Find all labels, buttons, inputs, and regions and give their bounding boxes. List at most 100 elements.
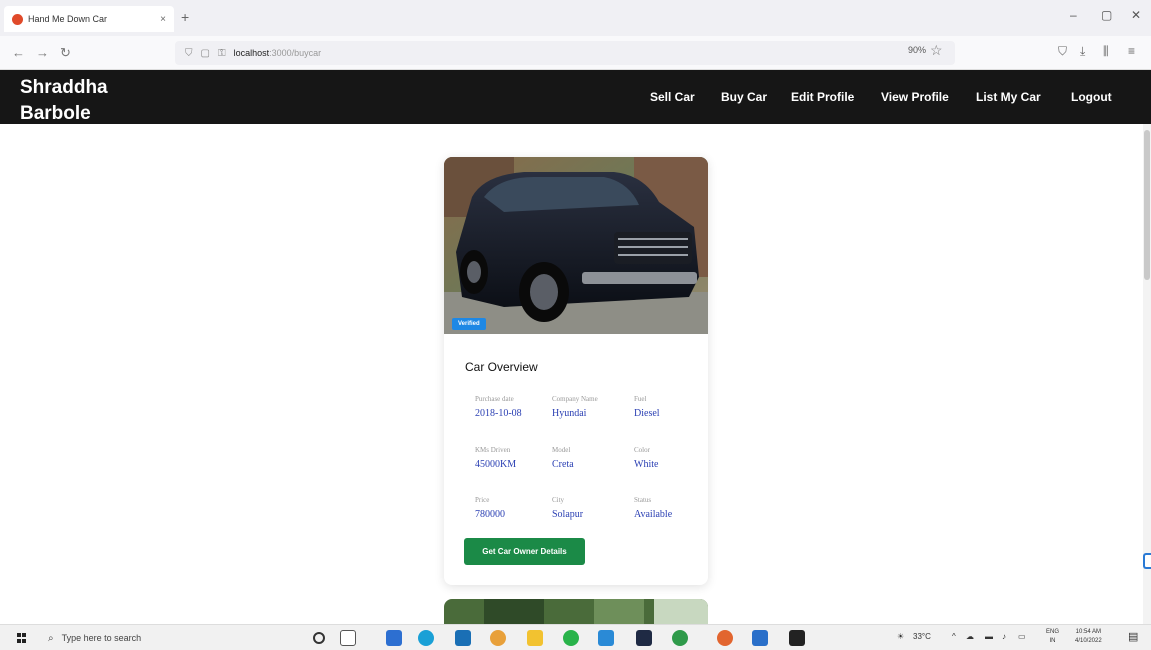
tab-title: Hand Me Down Car	[28, 14, 108, 24]
spec-value: Solapur	[552, 509, 584, 520]
weather-icon[interactable]: ☀	[897, 632, 904, 641]
get-owner-details-button[interactable]: Get Car Owner Details	[464, 538, 585, 565]
browser-tab[interactable]: Hand Me Down Car ×	[4, 6, 174, 32]
spec-label: Color	[634, 446, 650, 454]
chrome-icon[interactable]	[490, 630, 506, 646]
spec-value: Available	[634, 509, 673, 520]
nav-buy-car[interactable]: Buy Car	[721, 90, 767, 104]
new-tab-button[interactable]: +	[181, 9, 189, 25]
spec-value: 780000	[475, 509, 505, 520]
spec-value: 45000KM	[475, 459, 517, 470]
search-placeholder: Type here to search	[61, 633, 142, 643]
scrollbar-thumb[interactable]	[1144, 130, 1150, 280]
firefox-icon[interactable]	[717, 630, 733, 646]
task-view-icon[interactable]	[340, 630, 356, 646]
spec-value: White	[634, 459, 659, 470]
car-card: Verified Car Overview Purchase date 2018…	[444, 157, 708, 585]
nav-view-profile[interactable]: View Profile	[881, 90, 949, 104]
lang-code: ENG	[1046, 629, 1060, 635]
browser-tab-strip: Hand Me Down Car × + – ▢ ✕	[0, 0, 1151, 36]
spec-city: City Solapur	[552, 495, 632, 522]
site-navbar: Shraddha Barbole Sell Car Buy Car Edit P…	[0, 70, 1151, 124]
spec-value: Hyundai	[552, 408, 587, 419]
search-icon: ⌕	[48, 632, 54, 644]
car-photo: Verified	[444, 157, 708, 334]
brand-name[interactable]: Shraddha Barbole	[20, 75, 140, 124]
spec-label: Purchase date	[475, 395, 514, 403]
lang-region: IN	[1049, 638, 1056, 644]
nav-logout[interactable]: Logout	[1071, 90, 1112, 104]
teams-icon[interactable]	[598, 630, 614, 646]
taskbar-search[interactable]: ⌕ Type here to search	[48, 629, 293, 647]
tray-chevron-icon[interactable]: ^	[952, 632, 956, 641]
windows-taskbar: ⌕ Type here to search ☀ 33°C ^ ☁ ▬ ♪ ▭ E…	[0, 624, 1151, 650]
spec-label: KMs Driven	[475, 446, 511, 454]
shield-icon: ⛉	[185, 47, 193, 59]
notifications-icon[interactable]: ▤	[1128, 630, 1138, 643]
cmd-icon[interactable]	[789, 630, 805, 646]
spec-label: Model	[552, 446, 571, 454]
maximize-button[interactable]: ▢	[1101, 8, 1112, 22]
site-favicon-icon	[12, 13, 23, 25]
store-icon[interactable]	[455, 630, 471, 646]
tab-close-icon[interactable]: ×	[160, 14, 166, 25]
spec-value: 2018-10-08	[475, 408, 522, 419]
spotify-icon[interactable]	[672, 630, 688, 646]
key-icon: ⚿	[217, 47, 226, 59]
page-icon: ▢	[200, 47, 210, 59]
forward-arrow-icon[interactable]: →	[36, 45, 49, 60]
spec-label: Company Name	[552, 395, 598, 403]
close-window-button[interactable]: ✕	[1131, 8, 1141, 22]
browser-toolbar: ← → ↻ ⛉ ▢ ⚿ localhost:3000/buycar 90% ☆ …	[0, 36, 1151, 70]
zoom-level[interactable]: 90%	[908, 45, 926, 55]
download-icon[interactable]: ⤓	[1080, 44, 1085, 59]
onedrive-icon[interactable]: ☁	[966, 632, 974, 641]
spec-fuel: Fuel Diesel	[634, 394, 708, 421]
menu-icon[interactable]: ≡	[1128, 44, 1135, 58]
cortana-icon[interactable]	[313, 632, 325, 644]
spec-model: Model Creta	[552, 445, 632, 472]
whatsapp-icon[interactable]	[563, 630, 579, 646]
spec-company-name: Company Name Hyundai	[552, 394, 632, 421]
back-arrow-icon[interactable]: ←	[12, 45, 25, 60]
car-overview-title: Car Overview	[465, 360, 538, 374]
clock[interactable]: 10:54 AM 4/10/2022	[1075, 628, 1102, 646]
address-bar[interactable]: ⛉ ▢ ⚿ localhost:3000/buycar	[175, 41, 955, 65]
spec-status: Status Available	[634, 495, 708, 522]
reload-icon[interactable]: ↻	[60, 45, 71, 61]
verified-badge: Verified	[452, 318, 486, 330]
vscode-icon[interactable]	[752, 630, 768, 646]
spec-label: Fuel	[634, 395, 647, 403]
spec-label: Status	[634, 496, 652, 504]
bookmark-star-icon[interactable]: ☆	[930, 42, 943, 59]
spec-price: Price 780000	[475, 495, 555, 522]
edge-icon[interactable]	[418, 630, 434, 646]
zoom-app-icon[interactable]	[386, 630, 402, 646]
clock-time: 10:54 AM	[1075, 629, 1102, 635]
nav-edit-profile[interactable]: Edit Profile	[791, 90, 854, 104]
battery-icon[interactable]: ▭	[1018, 632, 1026, 641]
spec-color: Color White	[634, 445, 708, 472]
file-explorer-icon[interactable]	[527, 630, 543, 646]
pocket-icon[interactable]: ⛉	[1058, 44, 1067, 59]
clock-date: 4/10/2022	[1075, 638, 1102, 644]
library-icon[interactable]: ⫼	[1103, 44, 1109, 59]
url-host: localhost	[233, 48, 270, 58]
windows-start-icon[interactable]	[17, 633, 27, 643]
side-widget-icon[interactable]	[1143, 553, 1151, 569]
spec-label: City	[552, 496, 565, 504]
terminal-icon[interactable]	[636, 630, 652, 646]
page-scrollbar[interactable]	[1143, 124, 1151, 624]
spec-purchase-date: Purchase date 2018-10-08	[475, 394, 555, 421]
spec-label: Price	[475, 496, 490, 504]
nav-list-my-car[interactable]: List My Car	[976, 90, 1041, 104]
nav-sell-car[interactable]: Sell Car	[650, 90, 695, 104]
volume-icon[interactable]: ♪	[1002, 632, 1006, 641]
language-indicator[interactable]: ENG IN	[1046, 628, 1059, 646]
minimize-button[interactable]: –	[1070, 8, 1077, 22]
weather-temp[interactable]: 33°C	[913, 632, 931, 641]
spec-value: Creta	[552, 459, 574, 470]
spec-value: Diesel	[634, 408, 660, 419]
network-icon[interactable]: ▬	[985, 632, 993, 641]
spec-kms-driven: KMs Driven 45000KM	[475, 445, 555, 472]
